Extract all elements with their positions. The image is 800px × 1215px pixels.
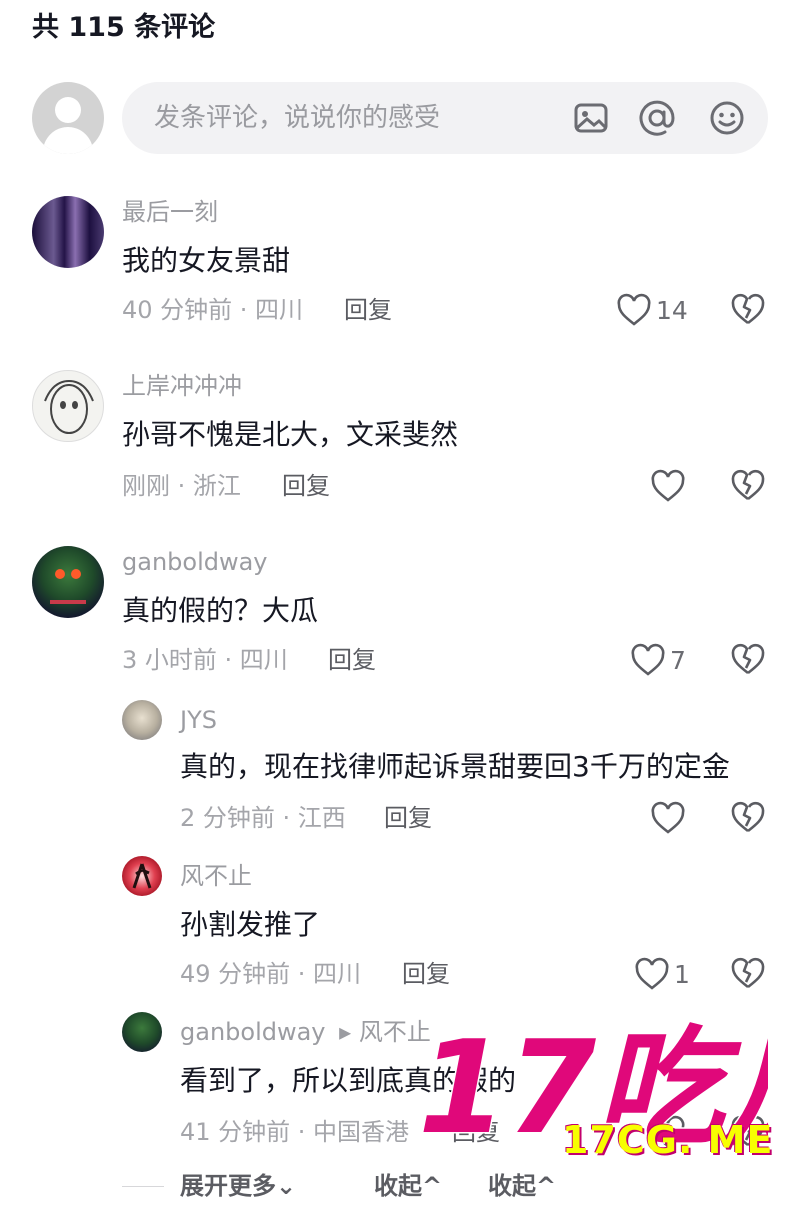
collapse-button[interactable]: 收起^	[488, 1170, 556, 1202]
broken-heart-icon[interactable]	[730, 292, 766, 326]
collapse-button[interactable]: 收起^	[374, 1170, 442, 1202]
watermark-url: 17CG. ME	[562, 1118, 774, 1162]
reply-button[interactable]: 回复	[384, 802, 432, 834]
image-icon[interactable]	[572, 99, 610, 137]
heart-icon	[635, 957, 669, 990]
comment-username[interactable]: ganboldway	[122, 546, 268, 578]
comment-input-placeholder: 发条评论，说说你的感受	[154, 103, 441, 133]
comments-count-title: 共 115 条评论	[32, 12, 216, 43]
reply-avatar[interactable]	[122, 856, 162, 896]
broken-heart-icon[interactable]	[730, 800, 766, 834]
my-avatar[interactable]	[32, 82, 104, 154]
avatar[interactable]	[32, 370, 104, 442]
comment-text: 孙哥不愧是北大，文采斐然	[122, 418, 459, 451]
expand-more-button[interactable]: 展开更多⌄	[180, 1170, 296, 1202]
reply-button[interactable]: 回复	[282, 470, 330, 502]
like-button[interactable]	[650, 468, 690, 504]
reply-username[interactable]: JYS	[180, 704, 217, 736]
heart-icon	[617, 293, 651, 326]
comment-username[interactable]: 上岸冲冲冲	[122, 370, 242, 402]
avatar[interactable]	[32, 196, 104, 268]
reply-button[interactable]: 回复	[344, 294, 392, 326]
reply-text: 孙割发推了	[180, 908, 321, 941]
reply-button[interactable]: 回复	[402, 958, 450, 990]
comment-input[interactable]: 发条评论，说说你的感受	[122, 82, 768, 154]
reply-username-text[interactable]: ganboldway	[180, 1018, 326, 1046]
comment-text: 真的假的？大瓜	[122, 594, 319, 627]
like-button[interactable]: 7	[630, 642, 686, 678]
heart-icon	[631, 643, 665, 676]
reply-username[interactable]: 风不止	[180, 860, 252, 892]
heart-icon	[651, 469, 685, 502]
reply-username[interactable]: ganboldway ▸ 风不止	[180, 1016, 431, 1048]
reply-meta: 41 分钟前 · 中国香港	[180, 1118, 410, 1146]
reply-button[interactable]: 回复	[328, 644, 376, 676]
reply-avatar[interactable]	[122, 700, 162, 740]
comment-text: 我的女友景甜	[122, 244, 291, 277]
comment-meta: 40 分钟前 · 四川	[122, 296, 304, 324]
like-button[interactable]: 1	[634, 956, 690, 992]
comment-username[interactable]: 最后一刻	[122, 196, 218, 228]
reply-meta: 2 分钟前 · 江西	[180, 804, 346, 832]
like-button[interactable]	[650, 800, 690, 836]
broken-heart-icon[interactable]	[730, 642, 766, 676]
reply-avatar[interactable]	[122, 1012, 162, 1052]
heart-icon	[651, 801, 685, 834]
like-button[interactable]: 14	[616, 292, 688, 328]
reply-text: 真的，现在找律师起诉景甜要回3千万的定金	[180, 750, 730, 783]
divider	[122, 1186, 164, 1187]
at-icon[interactable]	[638, 99, 676, 137]
like-count: 7	[670, 645, 686, 675]
like-count: 1	[674, 959, 690, 989]
comment-meta: 3 小时前 · 四川	[122, 646, 288, 674]
broken-heart-icon[interactable]	[730, 956, 766, 990]
like-count: 14	[656, 295, 688, 325]
avatar[interactable]	[32, 546, 104, 618]
smile-icon[interactable]	[708, 99, 746, 137]
comment-meta: 刚刚 · 浙江	[122, 472, 241, 500]
reply-meta: 49 分钟前 · 四川	[180, 960, 362, 988]
broken-heart-icon[interactable]	[730, 468, 766, 502]
